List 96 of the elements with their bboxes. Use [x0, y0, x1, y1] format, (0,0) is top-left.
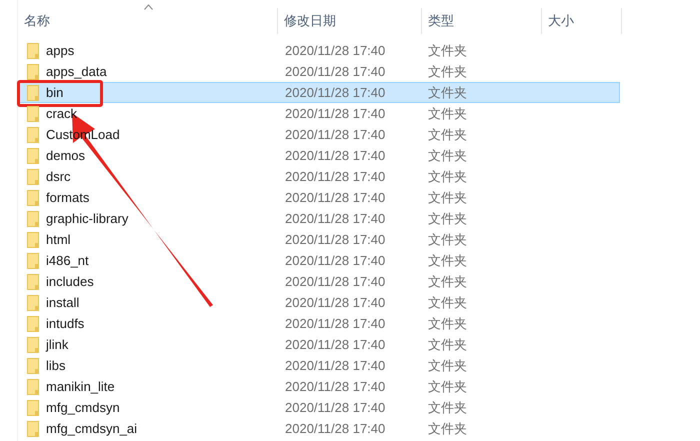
file-name: libs	[46, 356, 66, 375]
modified-date: 2020/11/28 17:40	[285, 420, 386, 436]
file-type: 文件夹	[428, 106, 467, 121]
modified-date: 2020/11/28 17:40	[285, 210, 386, 226]
file-type: 文件夹	[428, 148, 467, 163]
folder-icon	[27, 420, 39, 436]
modified-date: 2020/11/28 17:40	[285, 42, 386, 58]
file-row[interactable]: demos 2020/11/28 17:40 文件夹	[18, 145, 620, 166]
folder-icon	[27, 400, 39, 416]
file-row[interactable]: libs 2020/11/28 17:40 文件夹	[18, 355, 620, 376]
file-type: 文件夹	[428, 232, 467, 247]
file-name: i486_nt	[46, 252, 89, 270]
file-row[interactable]: apps_data 2020/11/28 17:40 文件夹	[18, 61, 620, 82]
folder-icon	[27, 190, 39, 206]
file-type: 文件夹	[428, 378, 467, 394]
file-type: 文件夹	[428, 190, 467, 205]
file-name: includes	[46, 272, 94, 291]
file-name: mfg_cmdsyn	[46, 398, 120, 417]
modified-date: 2020/11/28 17:40	[285, 358, 386, 373]
file-row[interactable]: includes 2020/11/28 17:40 文件夹	[18, 271, 620, 292]
folder-icon	[27, 252, 39, 268]
file-row[interactable]: apps 2020/11/28 17:40 文件夹	[18, 40, 620, 61]
modified-date: 2020/11/28 17:40	[285, 316, 386, 331]
modified-date: 2020/11/28 17:40	[285, 84, 386, 100]
file-name: apps	[46, 42, 74, 60]
file-type: 文件夹	[428, 64, 467, 79]
file-name: intudfs	[46, 314, 84, 333]
modified-date: 2020/11/28 17:40	[285, 190, 386, 205]
file-type: 文件夹	[428, 316, 467, 331]
folder-icon	[27, 336, 39, 352]
modified-date: 2020/11/28 17:40	[285, 378, 386, 394]
column-header[interactable]: 大小	[542, 8, 622, 34]
file-row[interactable]: jlink 2020/11/28 17:40 文件夹	[18, 334, 620, 355]
modified-date: 2020/11/28 17:40	[285, 252, 386, 268]
file-name: formats	[46, 188, 90, 207]
modified-date: 2020/11/28 17:40	[285, 400, 386, 415]
file-row[interactable]: html 2020/11/28 17:40 文件夹	[18, 229, 620, 250]
folder-icon	[27, 148, 39, 164]
folder-icon	[27, 126, 39, 142]
file-row[interactable]: i486_nt 2020/11/28 17:40 文件夹	[18, 250, 620, 271]
folder-icon	[27, 42, 39, 58]
file-name: demos	[46, 146, 86, 165]
modified-date: 2020/11/28 17:40	[285, 232, 386, 247]
file-name: install	[46, 294, 80, 312]
file-row[interactable]: mfg_cmdsyn 2020/11/28 17:40 文件夹	[18, 397, 620, 418]
modified-date: 2020/11/28 17:40	[285, 336, 386, 352]
modified-date: 2020/11/28 17:40	[285, 294, 386, 310]
modified-date: 2020/11/28 17:40	[285, 148, 386, 163]
modified-date: 2020/11/28 17:40	[285, 106, 386, 121]
file-type: 文件夹	[428, 42, 467, 58]
file-name: graphic-library	[46, 210, 128, 228]
file-name: apps_data	[46, 62, 107, 81]
file-type: 文件夹	[428, 210, 467, 226]
file-row[interactable]: intudfs 2020/11/28 17:40 文件夹	[18, 313, 620, 334]
file-type: 文件夹	[428, 274, 467, 289]
file-row[interactable]: formats 2020/11/28 17:40 文件夹	[18, 187, 620, 208]
file-name: dsrc	[46, 168, 71, 186]
file-row[interactable]: dsrc 2020/11/28 17:40 文件夹	[18, 166, 620, 187]
folder-icon	[27, 64, 39, 80]
file-name: html	[46, 230, 71, 249]
folder-icon	[27, 294, 39, 310]
file-row[interactable]: crack 2020/11/28 17:40 文件夹	[18, 103, 620, 124]
folder-icon	[27, 358, 39, 374]
folder-icon	[27, 232, 39, 248]
folder-icon	[27, 274, 39, 290]
file-type: 文件夹	[428, 400, 467, 415]
folder-icon	[27, 210, 39, 226]
column-header[interactable]: 修改日期	[278, 8, 422, 34]
column-header[interactable]: 名称	[18, 8, 278, 34]
modified-date: 2020/11/28 17:40	[285, 64, 386, 79]
file-type: 文件夹	[428, 252, 467, 268]
folder-icon	[27, 316, 39, 332]
column-header[interactable]: 类型	[422, 8, 542, 34]
folder-icon	[27, 84, 39, 100]
file-name: crack	[46, 104, 78, 123]
file-type: 文件夹	[428, 336, 467, 352]
file-row[interactable]: mfg_cmdsyn_ai 2020/11/28 17:40 文件夹	[18, 418, 620, 439]
file-type: 文件夹	[428, 84, 467, 100]
folder-icon	[27, 168, 39, 184]
file-type: 文件夹	[428, 358, 467, 373]
file-name: jlink	[46, 336, 68, 354]
file-name: manikin_lite	[46, 378, 115, 396]
file-row[interactable]: manikin_lite 2020/11/28 17:40 文件夹	[18, 376, 620, 397]
modified-date: 2020/11/28 17:40	[285, 168, 386, 184]
file-name: mfg_cmdsyn_ai	[46, 420, 138, 438]
modified-date: 2020/11/28 17:40	[285, 274, 386, 289]
modified-date: 2020/11/28 17:40	[285, 126, 386, 142]
folder-icon	[27, 106, 39, 122]
file-type: 文件夹	[428, 168, 467, 184]
file-row[interactable]: install 2020/11/28 17:40 文件夹	[18, 292, 620, 313]
folder-icon	[27, 378, 39, 394]
file-type: 文件夹	[428, 126, 467, 142]
file-type: 文件夹	[428, 420, 467, 436]
file-type: 文件夹	[428, 294, 467, 310]
file-name: bin	[46, 84, 64, 102]
file-row[interactable]: graphic-library 2020/11/28 17:40 文件夹	[18, 208, 620, 229]
